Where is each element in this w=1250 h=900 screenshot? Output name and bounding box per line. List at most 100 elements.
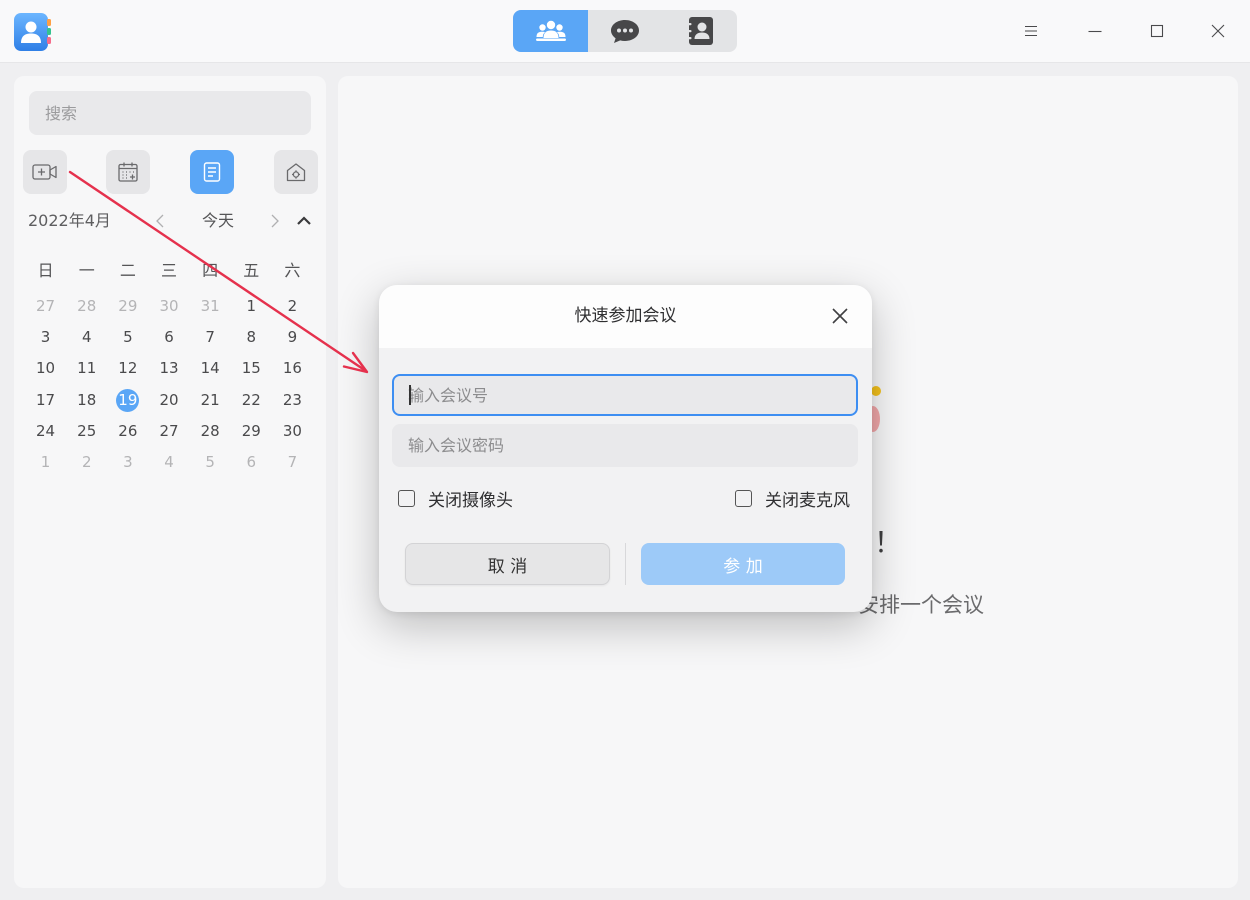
dialog-title: 快速参加会议 <box>574 306 677 326</box>
calendar-day[interactable]: 30 <box>148 291 189 322</box>
chevron-up-icon <box>297 216 311 225</box>
schedule-meeting-button[interactable] <box>106 150 150 194</box>
calendar-day[interactable]: 29 <box>107 291 148 322</box>
weekday-label: 日 <box>37 261 54 280</box>
video-add-icon <box>32 164 57 180</box>
calendar-collapse-button[interactable] <box>292 209 316 233</box>
weekday-label: 三 <box>160 261 177 280</box>
maximize-icon <box>1150 24 1164 38</box>
checkbox-box[interactable] <box>398 489 415 507</box>
tab-meetings[interactable] <box>513 10 588 52</box>
calendar-next-button[interactable] <box>263 209 287 233</box>
calendar-day[interactable]: 17 <box>25 385 66 416</box>
calendar-day[interactable]: 6 <box>148 322 189 353</box>
calendar-day[interactable]: 7 <box>190 322 231 353</box>
cancel-button[interactable]: 取 消 <box>405 543 610 585</box>
calendar-day[interactable]: 5 <box>190 447 231 478</box>
calendar-day[interactable]: 18 <box>66 385 107 416</box>
close-icon <box>1211 24 1225 38</box>
contacts-app-icon[interactable] <box>14 13 52 51</box>
weekday-label: 六 <box>284 261 301 280</box>
sidebar: 2022年4月 今天 日一二三四五六 272829303112345678910… <box>14 76 326 888</box>
menu-button[interactable] <box>1015 15 1047 47</box>
calendar-add-icon <box>118 162 138 182</box>
calendar-day[interactable]: 25 <box>66 416 107 447</box>
calendar-day[interactable]: 28 <box>190 416 231 447</box>
text-caret <box>409 385 411 405</box>
calendar-day[interactable]: 27 <box>148 416 189 447</box>
calendar-day[interactable]: 30 <box>272 416 313 447</box>
calendar-today-button[interactable]: 今天 <box>197 209 239 233</box>
checkbox-label: 关闭麦克风 <box>765 490 850 511</box>
illustration-dot <box>871 386 881 396</box>
calendar-day[interactable]: 21 <box>190 385 231 416</box>
calendar-month-label: 2022年4月 <box>28 211 111 230</box>
calendar-day[interactable]: 2 <box>272 291 313 322</box>
calendar-day-grid: 27 28 29 30 31 1 2 3 4 5 6 7 8 9 10 11 12 13 14 15 16 17 18 19 2… <box>25 291 313 478</box>
maximize-button[interactable] <box>1141 15 1173 47</box>
meeting-id-input[interactable] <box>394 376 856 414</box>
calendar-day[interactable]: 27 <box>25 291 66 322</box>
minimize-icon <box>1088 30 1102 33</box>
people-group-icon <box>535 20 566 41</box>
welcome-text: ！ <box>874 526 903 559</box>
tab-contacts[interactable] <box>662 10 737 52</box>
new-meeting-button[interactable] <box>23 150 67 194</box>
dialog-close-button[interactable] <box>826 302 854 330</box>
calendar-day[interactable]: 28 <box>66 291 107 322</box>
checkbox-box[interactable] <box>735 489 752 507</box>
calendar-day[interactable]: 31 <box>190 291 231 322</box>
calendar-day[interactable]: 9 <box>272 322 313 353</box>
calendar-day[interactable]: 29 <box>231 416 272 447</box>
weekday-label: 二 <box>119 261 136 280</box>
calendar-day[interactable]: 11 <box>66 353 107 384</box>
close-window-button[interactable] <box>1202 15 1234 47</box>
list-icon <box>203 162 221 182</box>
calendar-day[interactable]: 10 <box>25 353 66 384</box>
calendar-day[interactable]: 3 <box>107 447 148 478</box>
minimize-button[interactable] <box>1079 15 1111 47</box>
calendar-day[interactable]: 22 <box>231 385 272 416</box>
calendar-day[interactable]: 16 <box>272 353 313 384</box>
search-input[interactable] <box>29 91 311 135</box>
calendar-day[interactable]: 12 <box>107 353 148 384</box>
chat-bubble-icon <box>611 20 639 43</box>
camera-home-icon <box>286 163 306 182</box>
weekday-label: 五 <box>243 261 260 280</box>
calendar-day[interactable]: 13 <box>148 353 189 384</box>
meeting-password-field <box>392 424 858 467</box>
calendar-prev-button[interactable] <box>148 209 172 233</box>
view-switcher <box>513 10 737 52</box>
calendar-day[interactable]: 2 <box>66 447 107 478</box>
calendar-day[interactable]: 4 <box>148 447 189 478</box>
weekday-label: 一 <box>78 261 95 280</box>
camera-off-checkbox[interactable]: 关闭摄像头 <box>398 486 513 511</box>
calendar-day[interactable]: 26 <box>107 416 148 447</box>
calendar-day[interactable]: 3 <box>25 322 66 353</box>
calendar-day[interactable]: 4 <box>66 322 107 353</box>
calendar-day[interactable]: 6 <box>231 447 272 478</box>
close-icon <box>832 308 848 324</box>
meeting-list-button[interactable] <box>190 150 234 194</box>
calendar-day[interactable]: 15 <box>231 353 272 384</box>
calendar-day[interactable]: 20 <box>148 385 189 416</box>
calendar-day[interactable]: 14 <box>190 353 231 384</box>
calendar-day[interactable]: 5 <box>107 322 148 353</box>
tab-chat[interactable] <box>588 10 662 52</box>
meeting-room-button[interactable] <box>274 150 318 194</box>
button-separator <box>625 543 626 585</box>
calendar-day-selected[interactable]: 19 <box>107 385 148 416</box>
chevron-right-icon <box>271 214 279 228</box>
mic-off-checkbox[interactable]: 关闭麦克风 <box>735 486 850 511</box>
calendar-day[interactable]: 24 <box>25 416 66 447</box>
calendar-day[interactable]: 1 <box>231 291 272 322</box>
checkbox-label: 关闭摄像头 <box>428 490 513 511</box>
calendar-day[interactable]: 1 <box>25 447 66 478</box>
calendar-day[interactable]: 7 <box>272 447 313 478</box>
meeting-password-input[interactable] <box>392 424 858 467</box>
join-button[interactable]: 参 加 <box>641 543 845 585</box>
calendar-day[interactable]: 23 <box>272 385 313 416</box>
chevron-left-icon <box>156 214 164 228</box>
hint-text: 安排一个会议 <box>858 593 984 617</box>
calendar-day[interactable]: 8 <box>231 322 272 353</box>
